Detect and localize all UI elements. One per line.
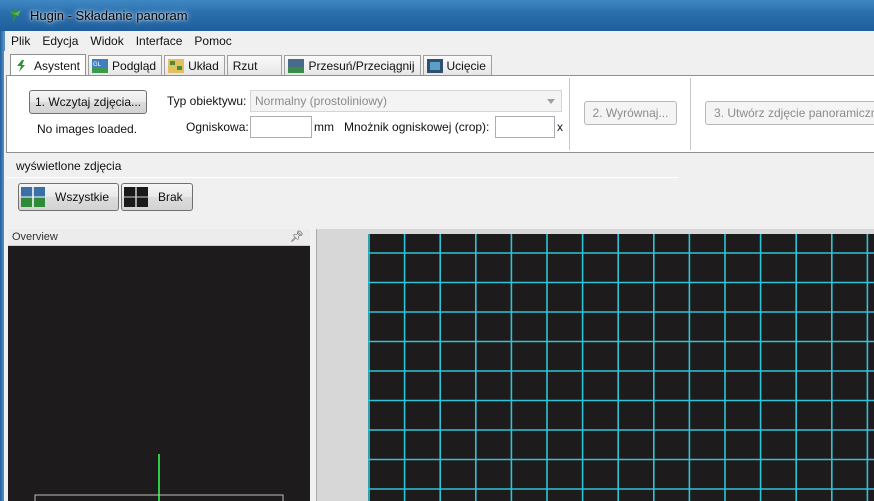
- crop-factor-field[interactable]: [495, 116, 555, 138]
- tab-rzut[interactable]: Rzut: [226, 55, 283, 75]
- menu-widok[interactable]: Widok: [84, 34, 129, 48]
- no-images-icon: [124, 187, 148, 207]
- tab-uklad[interactable]: Układ: [164, 55, 225, 75]
- create-panorama-button[interactable]: 3. Utwórz zdjęcie panoramiczne: [705, 101, 874, 125]
- pin-icon[interactable]: 📌︎: [290, 230, 304, 243]
- load-images-label: 1. Wczytaj zdjęcia...: [34, 95, 142, 109]
- chevron-down-icon: [547, 99, 555, 104]
- lens-type-value: Normalny (prostoliniowy): [255, 94, 388, 108]
- layout-icon: [168, 58, 185, 73]
- divider: [690, 78, 691, 150]
- overview-title: Overview: [12, 231, 58, 243]
- lens-type-label: Typ obiektywu:: [167, 94, 247, 108]
- svg-text:GL: GL: [93, 62, 102, 68]
- tab-przesun[interactable]: Przesuń/Przeciągnij: [284, 55, 421, 75]
- displayed-images-label: wyświetlone zdjęcia: [6, 154, 678, 178]
- window-frame: [0, 31, 4, 501]
- tab-podglad[interactable]: GL Podgląd: [88, 55, 163, 75]
- preview-grid-background: [368, 234, 874, 501]
- tab-label: Asystent: [34, 58, 81, 73]
- align-button[interactable]: 2. Wyrównaj...: [584, 101, 677, 125]
- crop-unit: x: [557, 120, 563, 134]
- overview-drawing: [34, 454, 284, 501]
- overview-header: Overview 📌︎: [8, 229, 310, 246]
- tab-asystent[interactable]: Asystent: [10, 54, 87, 76]
- assistant-panel: 1. Wczytaj zdjęcia... No images loaded. …: [6, 75, 874, 153]
- menu-interface[interactable]: Interface: [130, 34, 189, 48]
- show-none-button[interactable]: Brak: [121, 183, 193, 211]
- window-title: Hugin - Składanie panoram: [30, 8, 188, 23]
- show-none-label: Brak: [158, 190, 183, 204]
- show-all-label: Wszystkie: [55, 190, 109, 204]
- drag-icon: [288, 58, 305, 73]
- divider: [569, 78, 570, 150]
- preview-grid-canvas[interactable]: [368, 234, 874, 501]
- show-all-button[interactable]: Wszystkie: [18, 183, 119, 211]
- crop-factor-label: Mnożnik ogniskowej (crop):: [344, 120, 490, 134]
- crop-icon: [426, 58, 443, 73]
- menu-edycja[interactable]: Edycja: [36, 34, 84, 48]
- overview-canvas[interactable]: [8, 229, 310, 501]
- tab-label: Podgląd: [112, 58, 157, 73]
- focal-length-label: Ogniskowa:: [186, 120, 249, 134]
- menu-bar: Plik Edycja Widok Interface Pomoc: [4, 31, 874, 51]
- menu-plik[interactable]: Plik: [5, 34, 36, 48]
- title-bar: Hugin - Składanie panoram: [0, 0, 874, 31]
- no-images-status: No images loaded.: [37, 122, 138, 136]
- focal-length-field[interactable]: [250, 116, 312, 138]
- tab-label: Układ: [188, 58, 219, 73]
- tab-label: Przesuń/Przeciągnij: [308, 58, 415, 73]
- align-label: 2. Wyrównaj...: [592, 106, 669, 120]
- tab-label: Ucięcie: [446, 58, 486, 73]
- tab-label: Rzut: [232, 58, 258, 73]
- focal-unit: mm: [314, 120, 334, 134]
- menu-pomoc[interactable]: Pomoc: [188, 34, 237, 48]
- create-panorama-label: 3. Utwórz zdjęcie panoramiczne: [714, 106, 874, 120]
- gl-preview-icon: GL: [92, 58, 109, 73]
- load-images-button[interactable]: 1. Wczytaj zdjęcia...: [29, 90, 147, 114]
- tab-bar: Asystent GL Podgląd Układ Rzut Przesuń/P…: [10, 53, 494, 76]
- tab-uciecie[interactable]: Ucięcie: [422, 55, 492, 75]
- lens-type-select[interactable]: Normalny (prostoliniowy): [250, 90, 562, 112]
- hugin-app-icon: [9, 8, 21, 23]
- all-images-icon: [21, 187, 45, 207]
- hugin-icon: [17, 59, 25, 72]
